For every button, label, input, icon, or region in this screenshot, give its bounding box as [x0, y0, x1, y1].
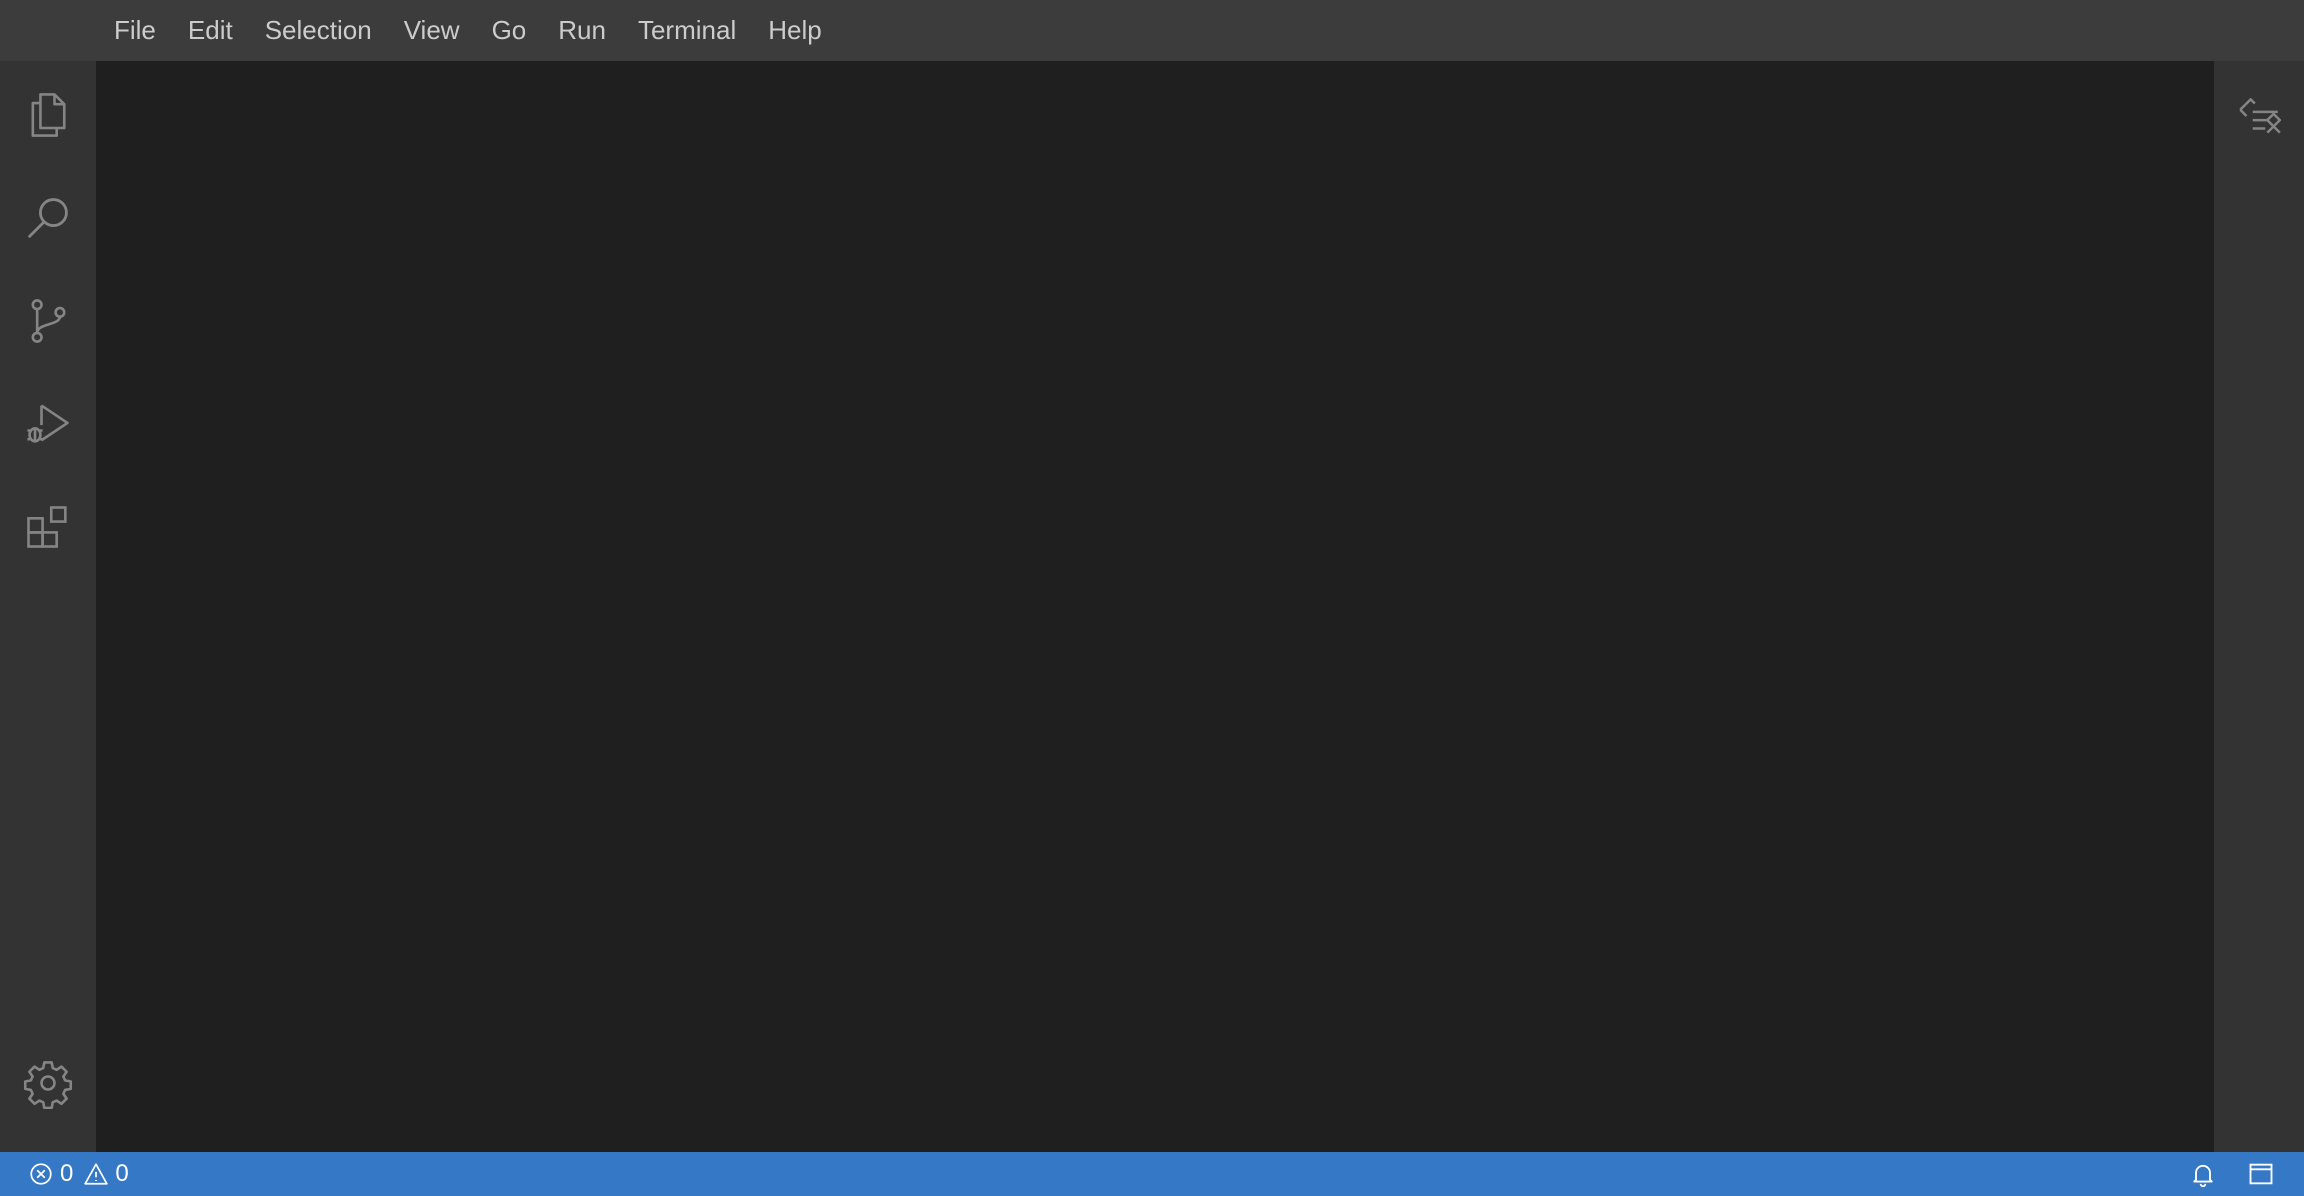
- menu-go[interactable]: Go: [476, 0, 543, 61]
- menu-selection[interactable]: Selection: [249, 0, 388, 61]
- source-control-icon: [31, 299, 66, 343]
- error-icon: [30, 1163, 52, 1185]
- problems-indicator[interactable]: 0 0: [28, 1160, 139, 1188]
- run-debug-icon: [27, 404, 69, 443]
- bell-icon: [2193, 1164, 2213, 1188]
- status-right: [2174, 1152, 2290, 1196]
- extensions-button[interactable]: [0, 479, 96, 575]
- errors-status: 0: [28, 1160, 73, 1188]
- manage-button[interactable]: [0, 1035, 96, 1131]
- secondary-side-bar: [2214, 61, 2304, 1152]
- warning-icon: [84, 1163, 109, 1185]
- error-count: 0: [60, 1160, 74, 1187]
- menu-terminal[interactable]: Terminal: [622, 0, 752, 61]
- explorer-icon: [31, 93, 66, 137]
- menu-help[interactable]: Help: [752, 0, 837, 61]
- extensions-icon: [27, 506, 67, 548]
- menu-view[interactable]: View: [388, 0, 476, 61]
- timeline-button[interactable]: [2214, 83, 2304, 149]
- warning-count: 0: [115, 1160, 129, 1187]
- gear-icon: [23, 1061, 73, 1109]
- timeline-icon: [2239, 98, 2282, 134]
- search-icon: [28, 198, 68, 238]
- source-control-button[interactable]: [0, 273, 96, 369]
- status-bar: 0 0: [0, 1152, 2304, 1196]
- menu-file[interactable]: File: [98, 0, 172, 61]
- menu-edit[interactable]: Edit: [172, 0, 249, 61]
- search-button[interactable]: [0, 170, 96, 266]
- panel-layout-icon: [2249, 1163, 2273, 1185]
- editor-area[interactable]: [96, 61, 2214, 1152]
- run-debug-button[interactable]: [0, 376, 96, 472]
- menu-bar: File Edit Selection View Go Run Terminal…: [0, 0, 2304, 61]
- vscode-window: File Edit Selection View Go Run Terminal…: [0, 0, 2304, 1196]
- warnings-status: 0: [83, 1160, 129, 1188]
- explorer-button[interactable]: [0, 67, 96, 163]
- activity-bar: [0, 61, 96, 1152]
- toggle-panel-button[interactable]: [2232, 1152, 2290, 1196]
- notifications-button[interactable]: [2174, 1152, 2232, 1196]
- menu-run[interactable]: Run: [542, 0, 622, 61]
